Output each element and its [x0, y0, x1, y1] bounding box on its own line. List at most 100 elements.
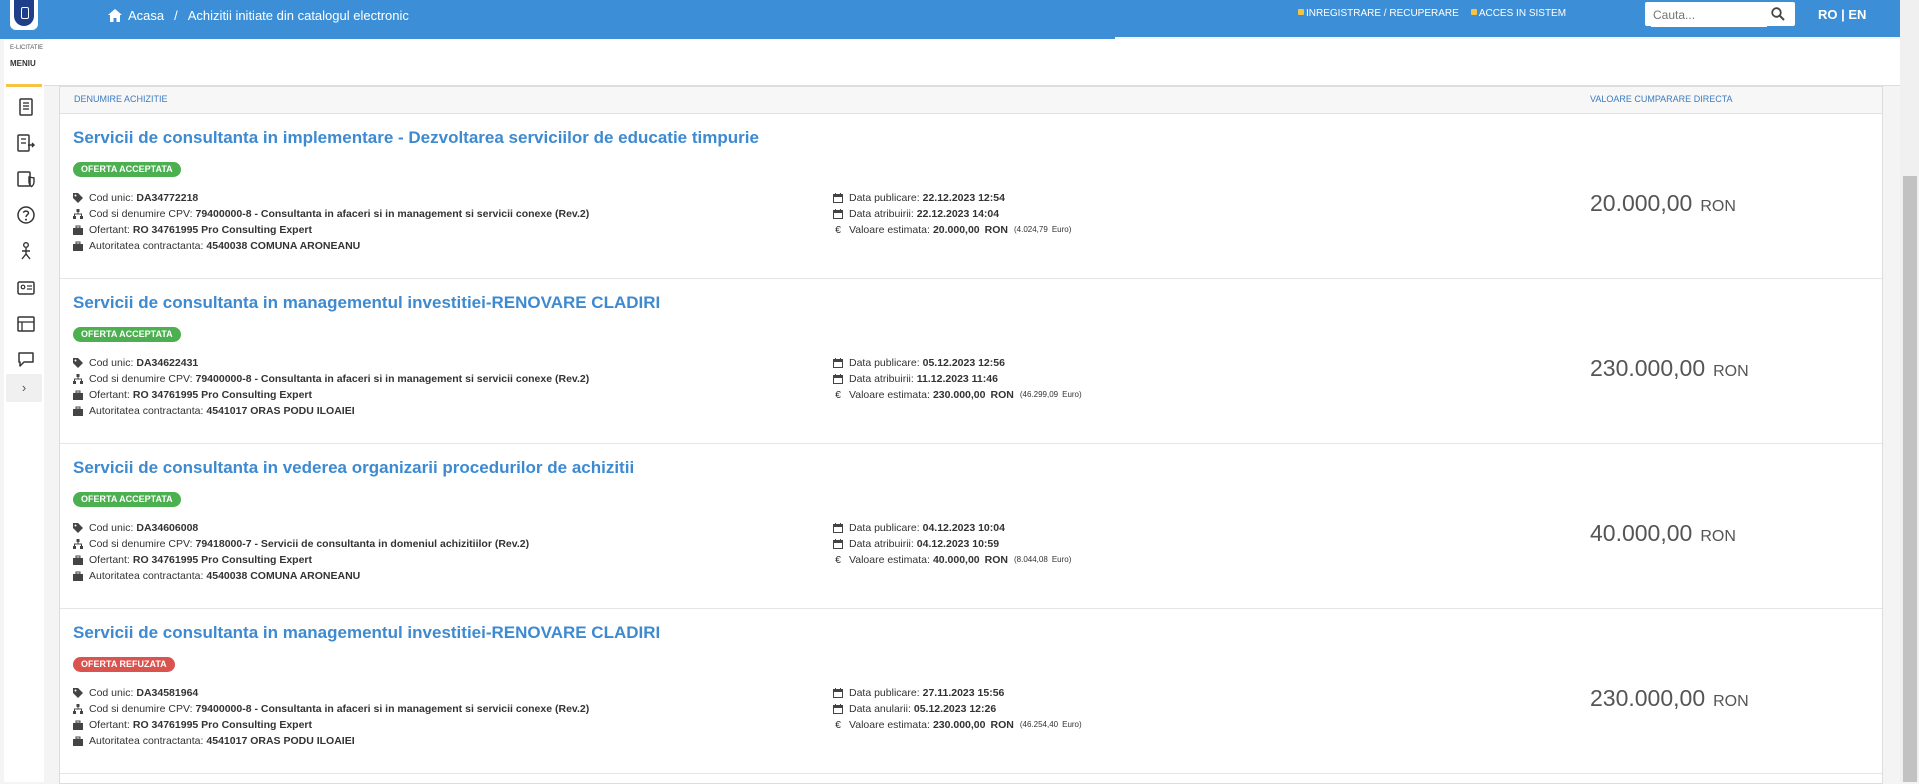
sitemap-icon [73, 374, 83, 384]
bidder-label: Ofertant: [89, 719, 130, 731]
calendar-icon [833, 209, 843, 219]
auth-links: INREGISTRARE / RECUPERARE ACCES IN SISTE… [1298, 8, 1566, 19]
list-item: Servicii de consultanta in vederea organ… [60, 444, 1882, 609]
person-reading-icon[interactable] [16, 241, 36, 261]
cpv-label: Cod si denumire CPV: [89, 538, 193, 550]
acquisition-dates: Data publicare: 27.11.2023 15:56 Data anu… [833, 685, 1082, 733]
estimated-value-label: Valoare estimata: [849, 389, 930, 401]
briefcase-icon [73, 571, 83, 581]
sidebar-expand-button[interactable]: › [6, 374, 42, 402]
acquisition-details: Cod unic: DA34772218 Cod si denumire CPV:… [73, 190, 589, 254]
authority-value: 4541017 ORAS PODU ILOAIEI [206, 405, 355, 417]
euro-label: Euro) [1051, 225, 1072, 234]
lock-icon [1470, 9, 1477, 15]
calendar-icon [833, 523, 843, 533]
register-link[interactable]: INREGISTRARE / RECUPERARE [1298, 8, 1459, 19]
second-date-value: 22.12.2023 14:04 [916, 208, 1000, 220]
authority-label: Autoritatea contractanta: [89, 570, 204, 582]
bidder-label: Ofertant: [89, 389, 130, 401]
search-input[interactable] [1651, 3, 1767, 27]
euro-icon: € [835, 554, 841, 566]
home-icon[interactable] [108, 9, 122, 22]
calendar-icon [833, 358, 843, 368]
authority-label: Autoritatea contractanta: [89, 240, 204, 252]
acquisition-title-link[interactable]: Servicii de consultanta in vederea organ… [73, 458, 634, 478]
shield-document-icon[interactable] [16, 169, 36, 189]
price-amount: 20.000,00 [1590, 190, 1693, 216]
breadcrumb-current: Achizitii initiate din catalogul electro… [187, 8, 409, 23]
direct-purchase-value: 20.000,00 RON [1590, 190, 1736, 217]
column-header-name[interactable]: DENUMIRE ACHIZITIE [74, 94, 168, 104]
id-card-icon[interactable] [16, 278, 36, 298]
estimated-value-euro: (4.024,79 [1014, 225, 1048, 234]
status-badge: OFERTA ACCEPTATA [73, 162, 181, 177]
estimated-value-currency: RON [984, 224, 1008, 236]
acquisition-title-link[interactable]: Servicii de consultanta in managementul … [73, 293, 660, 313]
code-value: DA34772218 [136, 192, 199, 204]
breadcrumb-home-link[interactable]: Acasa [128, 8, 164, 23]
site-logo[interactable] [10, 0, 38, 30]
language-switch[interactable]: RO | EN [1818, 7, 1866, 22]
price-amount: 230.000,00 [1590, 355, 1706, 381]
cpv-value: 79400000-8 - Consultanta in afaceri si i… [195, 373, 590, 385]
estimated-value-euro: (46.254,40 [1019, 720, 1059, 729]
publish-date-label: Data publicare: [849, 687, 920, 699]
document-export-icon[interactable] [16, 133, 36, 153]
publish-date-value: 22.12.2023 12:54 [922, 192, 1005, 204]
estimated-value: 40.000,00 [932, 554, 980, 566]
estimated-value-label: Valoare estimata: [849, 554, 930, 566]
estimated-value-currency: RON [990, 719, 1014, 731]
sitemap-icon [73, 539, 83, 549]
cpv-value: 79400000-8 - Consultanta in afaceri si i… [195, 703, 590, 715]
lock-icon [1298, 9, 1304, 15]
euro-icon: € [835, 224, 841, 236]
briefcase-icon [73, 390, 83, 400]
estimated-value: 20.000,00 [932, 224, 980, 236]
bidder-value: RO 34761995 Pro Consulting Expert [132, 554, 313, 566]
bidder-value: RO 34761995 Pro Consulting Expert [132, 224, 313, 236]
direct-purchase-value: 230.000,00 RON [1590, 355, 1749, 382]
publish-date-label: Data publicare: [849, 357, 920, 369]
scrollbar-thumb[interactable] [1903, 176, 1917, 782]
code-value: DA34606008 [136, 522, 199, 534]
cpv-label: Cod si denumire CPV: [89, 208, 193, 220]
acquisition-title-link[interactable]: Servicii de consultanta in managementul … [73, 623, 660, 643]
estimated-value-currency: RON [990, 389, 1014, 401]
price-currency: RON [1700, 528, 1736, 545]
euro-icon: € [835, 719, 841, 731]
sidebar-brand-label: E-LICITATIE [10, 45, 44, 51]
search-icon[interactable] [1771, 7, 1785, 21]
tag-icon [73, 358, 83, 368]
column-header-value[interactable]: VALOARE CUMPARARE DIRECTA [1590, 94, 1733, 104]
status-badge: OFERTA ACCEPTATA [73, 492, 181, 507]
briefcase-icon [73, 736, 83, 746]
sidebar-menu-label[interactable]: MENIU [10, 59, 36, 68]
filter-toolbar-area [44, 39, 1900, 86]
login-link[interactable]: ACCES IN SISTEM [1470, 8, 1566, 19]
document-list-icon[interactable] [16, 97, 36, 117]
acquisition-title-link[interactable]: Servicii de consultanta in implementare … [73, 128, 759, 148]
breadcrumb: Acasa / Achizitii initiate din catalogul… [108, 8, 409, 23]
acquisition-details: Cod unic: DA34622431 Cod si denumire CPV:… [73, 355, 589, 419]
sitemap-icon [73, 209, 83, 219]
calendar-icon [833, 704, 843, 714]
bidder-value: RO 34761995 Pro Consulting Expert [132, 389, 313, 401]
calendar-icon [833, 193, 843, 203]
price-amount: 230.000,00 [1590, 685, 1706, 711]
catalog-icon[interactable] [16, 314, 36, 334]
chat-icon[interactable] [16, 349, 36, 369]
authority-value: 4540038 COMUNA ARONEANU [206, 570, 361, 582]
bidder-label: Ofertant: [89, 554, 130, 566]
acquisitions-list: DENUMIRE ACHIZITIE VALOARE CUMPARARE DIR… [59, 86, 1883, 784]
acquisition-dates: Data publicare: 05.12.2023 12:56 Data atr… [833, 355, 1082, 403]
publish-date-label: Data publicare: [849, 522, 920, 534]
estimated-value-euro: (8.044,08 [1014, 555, 1048, 564]
code-value: DA34622431 [136, 357, 199, 369]
code-value: DA34581964 [136, 687, 199, 699]
status-badge: OFERTA REFUZATA [73, 657, 175, 672]
publish-date-label: Data publicare: [849, 192, 920, 204]
tag-icon [73, 523, 83, 533]
calendar-icon [833, 688, 843, 698]
direct-purchase-value: 230.000,00 RON [1590, 685, 1749, 712]
help-icon[interactable] [16, 205, 36, 225]
